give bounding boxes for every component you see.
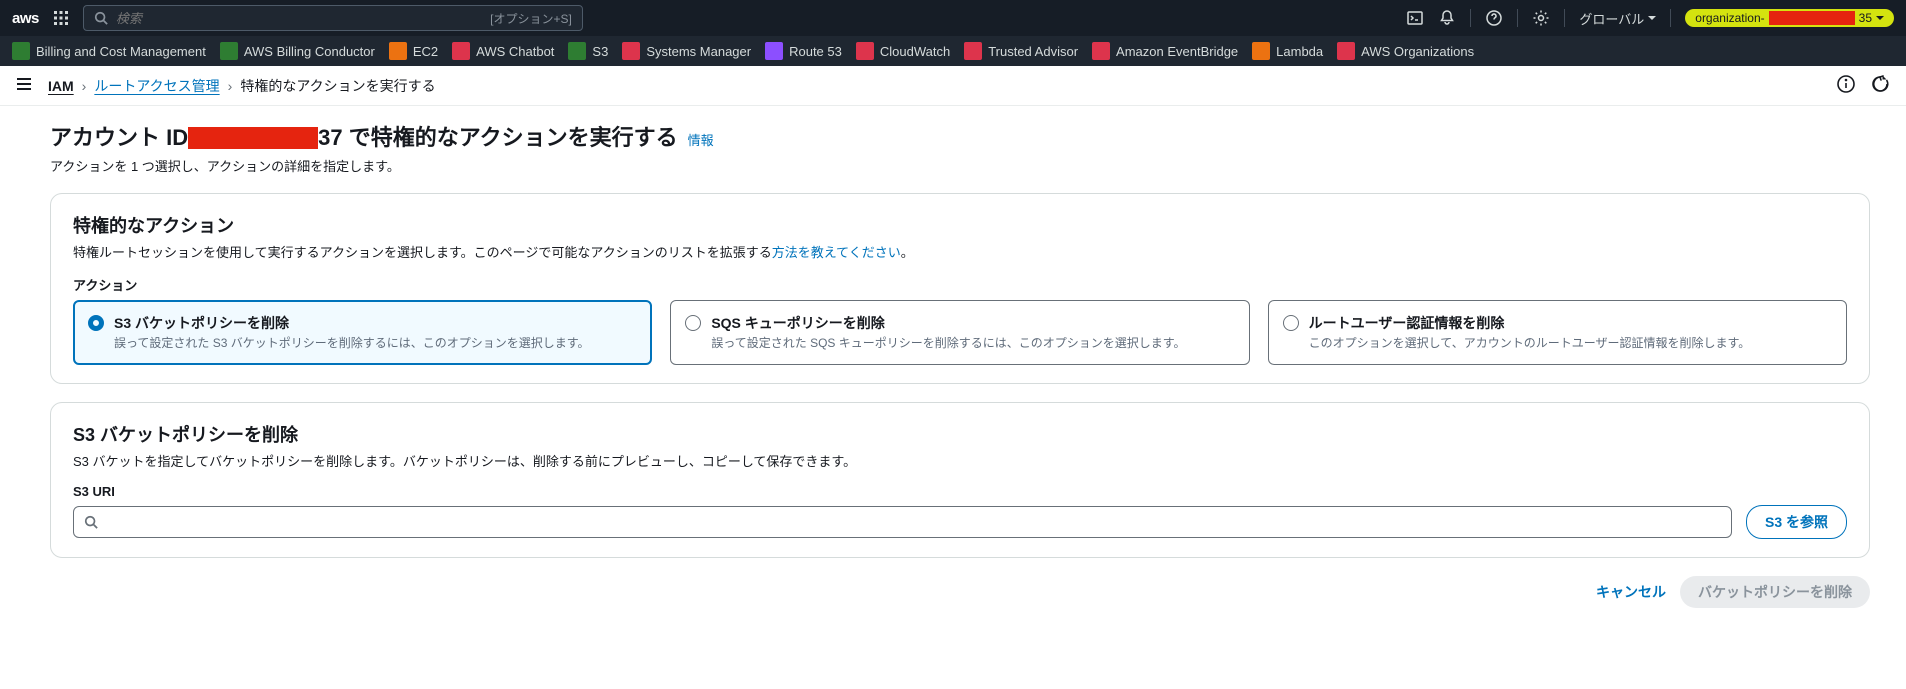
service-icon <box>452 42 470 60</box>
service-icon <box>964 42 982 60</box>
service-icon <box>389 42 407 60</box>
service-shortcut[interactable]: Route 53 <box>765 42 842 60</box>
service-icon <box>765 42 783 60</box>
service-label: Trusted Advisor <box>988 44 1078 59</box>
chevron-down-icon <box>1876 14 1884 22</box>
help-icon[interactable] <box>1485 9 1503 27</box>
info-icon[interactable] <box>1836 74 1856 97</box>
chevron-right-icon: › <box>228 78 233 94</box>
breadcrumb-current: 特権的なアクションを実行する <box>240 76 435 96</box>
service-label: CloudWatch <box>880 44 950 59</box>
service-label: AWS Chatbot <box>476 44 554 59</box>
service-icon <box>1092 42 1110 60</box>
s3-uri-input-wrap[interactable] <box>73 506 1732 538</box>
service-label: AWS Organizations <box>1361 44 1474 59</box>
service-shortcut[interactable]: Lambda <box>1252 42 1323 60</box>
action-title: ルートユーザー認証情報を削除 <box>1309 313 1751 333</box>
settings-icon[interactable] <box>1532 9 1550 27</box>
service-shortcut[interactable]: CloudWatch <box>856 42 950 60</box>
service-icon <box>568 42 586 60</box>
service-icon <box>220 42 238 60</box>
s3-delete-policy-panel: S3 バケットポリシーを削除 S3 バケットを指定してバケットポリシーを削除しま… <box>50 402 1870 558</box>
action-option[interactable]: ルートユーザー認証情報を削除このオプションを選択して、アカウントのルートユーザー… <box>1268 300 1847 365</box>
service-shortcut[interactable]: Systems Manager <box>622 42 751 60</box>
delete-policy-button: バケットポリシーを削除 <box>1680 576 1870 608</box>
info-link[interactable]: 情報 <box>688 130 714 149</box>
service-shortcut[interactable]: Billing and Cost Management <box>12 42 206 60</box>
service-icon <box>1252 42 1270 60</box>
page-subtitle: アクションを 1 つ選択し、アクションの詳細を指定します。 <box>50 156 1870 175</box>
action-title: SQS キューポリシーを削除 <box>711 313 1185 333</box>
service-label: AWS Billing Conductor <box>244 44 375 59</box>
action-option[interactable]: SQS キューポリシーを削除誤って設定された SQS キューポリシーを削除するに… <box>670 300 1249 365</box>
panel-title: 特権的なアクション <box>73 212 1847 238</box>
action-option[interactable]: S3 バケットポリシーを削除誤って設定された S3 バケットポリシーを削除するに… <box>73 300 652 365</box>
hamburger-icon[interactable] <box>16 76 32 95</box>
radio-icon <box>1283 315 1299 331</box>
search-icon <box>94 11 108 25</box>
service-label: S3 <box>592 44 608 59</box>
refresh-icon[interactable] <box>1870 74 1890 97</box>
s3-uri-label: S3 URI <box>73 484 1847 499</box>
aws-logo[interactable]: aws <box>12 10 39 27</box>
panel-title: S3 バケットポリシーを削除 <box>73 421 1847 447</box>
s3-uri-input[interactable] <box>106 514 1721 530</box>
service-favorites-bar: Billing and Cost Management AWS Billing C… <box>0 36 1906 66</box>
service-shortcut[interactable]: AWS Billing Conductor <box>220 42 375 60</box>
service-icon <box>622 42 640 60</box>
global-search[interactable]: [オプション+S] <box>83 5 583 31</box>
breadcrumb-bar: IAM › ルートアクセス管理 › 特権的なアクションを実行する <box>0 66 1906 106</box>
service-shortcut[interactable]: EC2 <box>389 42 438 60</box>
action-label: アクション <box>73 275 1847 294</box>
cloudshell-icon[interactable] <box>1406 9 1424 27</box>
panel-subtitle: 特権ルートセッションを使用して実行するアクションを選択します。このページで可能な… <box>73 242 1847 261</box>
radio-icon <box>88 315 104 331</box>
search-input[interactable] <box>116 11 490 26</box>
service-shortcut[interactable]: Trusted Advisor <box>964 42 1078 60</box>
radio-icon <box>685 315 701 331</box>
privileged-actions-panel: 特権的なアクション 特権ルートセッションを使用して実行するアクションを選択します… <box>50 193 1870 384</box>
breadcrumb-iam[interactable]: IAM <box>48 78 74 94</box>
service-label: Systems Manager <box>646 44 751 59</box>
service-label: Amazon EventBridge <box>1116 44 1238 59</box>
service-icon <box>1337 42 1355 60</box>
top-nav-right: グローバル organization-35 <box>1406 9 1894 28</box>
top-nav: aws [オプション+S] グローバル organization-35 <box>0 0 1906 36</box>
service-label: Route 53 <box>789 44 842 59</box>
chevron-right-icon: › <box>82 78 87 94</box>
apps-grid-icon[interactable] <box>53 10 69 26</box>
service-shortcut[interactable]: Amazon EventBridge <box>1092 42 1238 60</box>
service-shortcut[interactable]: S3 <box>568 42 608 60</box>
panel-subtitle: S3 バケットを指定してバケットポリシーを削除します。バケットポリシーは、削除す… <box>73 451 1847 470</box>
account-menu[interactable]: organization-35 <box>1685 9 1894 27</box>
service-shortcut[interactable]: AWS Organizations <box>1337 42 1474 60</box>
region-selector[interactable]: グローバル <box>1579 9 1656 28</box>
main-content: アカウント ID 37 で特権的なアクションを実行する 情報 アクションを 1 … <box>0 106 1906 628</box>
footer-actions: キャンセル バケットポリシーを削除 <box>50 576 1870 608</box>
service-icon <box>856 42 874 60</box>
learn-more-link[interactable]: 方法を教えてください <box>772 245 901 260</box>
action-description: 誤って設定された S3 バケットポリシーを削除するには、このオプションを選択しま… <box>114 335 590 352</box>
cancel-button[interactable]: キャンセル <box>1596 582 1666 602</box>
breadcrumb-root-access[interactable]: ルートアクセス管理 <box>94 76 219 96</box>
service-label: Lambda <box>1276 44 1323 59</box>
page-title: アカウント ID 37 で特権的なアクションを実行する <box>50 120 678 152</box>
notifications-icon[interactable] <box>1438 9 1456 27</box>
search-icon <box>84 515 98 529</box>
action-title: S3 バケットポリシーを削除 <box>114 313 590 333</box>
search-hint: [オプション+S] <box>490 10 572 27</box>
browse-s3-button[interactable]: S3 を参照 <box>1746 505 1847 539</box>
service-shortcut[interactable]: AWS Chatbot <box>452 42 554 60</box>
actions-grid: S3 バケットポリシーを削除誤って設定された S3 バケットポリシーを削除するに… <box>73 300 1847 365</box>
service-label: EC2 <box>413 44 438 59</box>
service-label: Billing and Cost Management <box>36 44 206 59</box>
service-icon <box>12 42 30 60</box>
action-description: 誤って設定された SQS キューポリシーを削除するには、このオプションを選択しま… <box>711 335 1185 352</box>
action-description: このオプションを選択して、アカウントのルートユーザー認証情報を削除します。 <box>1309 335 1751 352</box>
chevron-down-icon <box>1648 14 1656 22</box>
